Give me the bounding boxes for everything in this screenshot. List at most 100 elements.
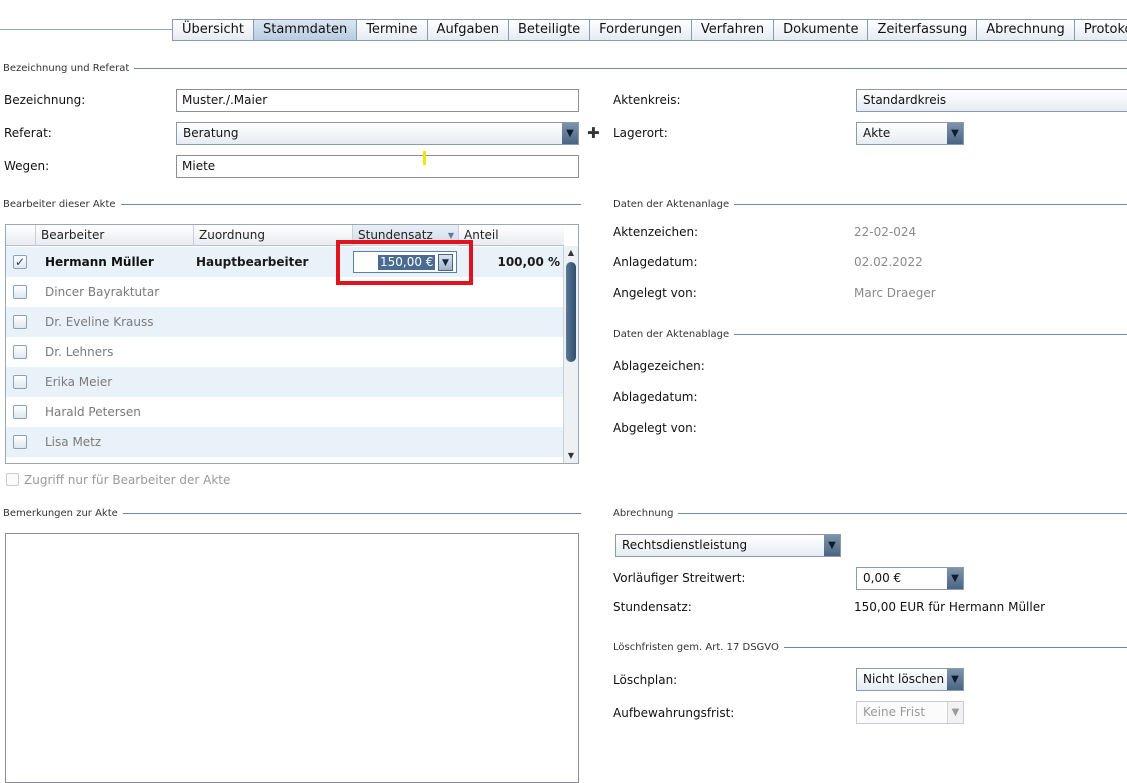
wegen-field[interactable]: Miete xyxy=(176,155,579,178)
aktenkreis-label: Aktenkreis: xyxy=(613,93,681,107)
chevron-down-icon[interactable]: ▼ xyxy=(947,123,963,144)
tab-forderungen[interactable]: Forderungen xyxy=(590,19,692,41)
bezeichnung-label: Bezeichnung: xyxy=(4,93,86,107)
table-row[interactable]: Dr. Eveline Krauss xyxy=(6,307,564,337)
bezeichnung-field[interactable]: Muster./.Maier xyxy=(176,89,579,112)
checkbox-checked[interactable]: ✓ xyxy=(13,255,27,269)
table-row[interactable]: Erika Meier xyxy=(6,367,564,397)
lagerort-label: Lagerort: xyxy=(613,126,668,140)
section-title: Bezeichnung und Referat xyxy=(3,62,130,74)
checkbox[interactable] xyxy=(13,435,27,449)
column-header-anteil[interactable]: Anteil xyxy=(458,225,564,246)
bearbeiter-name: Erika Meier xyxy=(45,375,113,389)
section-title: Löschfristen gem. Art. 17 DSGVO xyxy=(613,641,779,653)
aktenkreis-combo[interactable]: Standardkreis xyxy=(856,89,1127,112)
section-aktenanlage: Daten der Aktenanlage xyxy=(613,198,1127,210)
checkbox[interactable] xyxy=(13,345,27,359)
table-row[interactable]: Dr. Lehners xyxy=(6,337,564,367)
chevron-down-icon[interactable]: ▼ xyxy=(824,535,840,556)
scroll-down-icon[interactable]: ▼ xyxy=(564,449,578,463)
bearbeiter-name: Hermann Müller xyxy=(45,255,154,269)
aktenzeichen-value: 22-02-024 xyxy=(854,225,917,239)
tab-uebersicht[interactable]: Übersicht xyxy=(172,19,254,41)
section-aktenablage: Daten der Aktenablage xyxy=(613,328,1127,340)
bearbeiter-name: Dr. Eveline Krauss xyxy=(45,315,154,329)
section-title: Bemerkungen zur Akte xyxy=(3,507,118,519)
table-row[interactable]: Harald Petersen xyxy=(6,397,564,427)
scrollbar-thumb[interactable] xyxy=(566,262,576,362)
section-bemerkungen: Bemerkungen zur Akte xyxy=(3,507,581,519)
table-scrollbar[interactable]: ▲ ▼ xyxy=(563,246,578,463)
anlagedatum-label: Anlagedatum: xyxy=(613,255,698,269)
bearbeiter-name: Harald Petersen xyxy=(45,405,141,419)
lagerort-combo[interactable]: Akte ▼ xyxy=(856,122,964,145)
bearbeiter-name: Dincer Bayraktutar xyxy=(45,285,160,299)
tab-bar: Übersicht Stammdaten Termine Aufgaben Be… xyxy=(172,19,1127,41)
column-header-bearbeiter[interactable]: Bearbeiter xyxy=(35,225,193,246)
streitwert-combo[interactable]: 0,00 € ▼ xyxy=(856,567,964,590)
access-label: Zugriff nur für Bearbeiter der Akte xyxy=(24,473,231,487)
frist-label: Aufbewahrungsfrist: xyxy=(613,706,735,720)
angelegt-label: Angelegt von: xyxy=(613,286,697,300)
table-row[interactable]: Dincer Bayraktutar xyxy=(6,277,564,307)
tab-aufgaben[interactable]: Aufgaben xyxy=(427,19,509,41)
referat-combo[interactable]: Beratung ▼ xyxy=(176,122,579,145)
tab-verfahren[interactable]: Verfahren xyxy=(691,19,775,41)
plus-icon[interactable]: ✚ xyxy=(587,124,600,142)
wegen-label: Wegen: xyxy=(4,159,50,173)
table-row[interactable]: Lisa Metz xyxy=(6,427,564,457)
angelegt-value: Marc Draeger xyxy=(854,286,936,300)
table-header: Bearbeiter Zuordnung Stundensatz ▼ Antei… xyxy=(6,225,564,246)
tab-zeiterfassung[interactable]: Zeiterfassung xyxy=(868,19,978,41)
streitwert-value: 0,00 € xyxy=(863,571,902,585)
tab-stammdaten[interactable]: Stammdaten xyxy=(253,19,358,41)
anlagedatum-value: 02.02.2022 xyxy=(854,255,923,269)
referat-value: Beratung xyxy=(183,126,239,140)
frist-combo: Keine Frist ▼ xyxy=(856,701,964,724)
zuordnung-cell: Hauptbearbeiter xyxy=(196,255,309,269)
checkbox[interactable] xyxy=(13,285,27,299)
highlight-box xyxy=(336,240,473,285)
table-row[interactable]: ✓ Hermann Müller Hauptbearbeiter 100,00 … xyxy=(6,247,564,277)
text-cursor-marker xyxy=(423,151,426,165)
chevron-down-icon[interactable]: ▼ xyxy=(562,123,578,144)
loeschplan-label: Löschplan: xyxy=(613,673,678,687)
streitwert-label: Vorläufiger Streitwert: xyxy=(613,571,746,585)
abgelegt-label: Abgelegt von: xyxy=(613,421,697,435)
section-abrechnung: Abrechnung xyxy=(613,507,1127,519)
checkbox[interactable] xyxy=(13,405,27,419)
chevron-down-icon: ▼ xyxy=(947,702,963,723)
lagerort-value: Akte xyxy=(863,126,891,140)
tab-beteiligte[interactable]: Beteiligte xyxy=(508,19,591,41)
section-title: Daten der Aktenablage xyxy=(613,328,730,340)
loeschplan-combo[interactable]: Nicht löschen ▼ xyxy=(856,668,964,691)
stundensatz-label: Stundensatz: xyxy=(613,600,692,614)
tab-abrechnung[interactable]: Abrechnung xyxy=(977,19,1075,41)
section-loeschfristen: Löschfristen gem. Art. 17 DSGVO xyxy=(613,641,1127,653)
section-title: Daten der Aktenanlage xyxy=(613,198,730,210)
abrechnung-type-value: Rechtsdienstleistung xyxy=(622,538,748,552)
tab-termine[interactable]: Termine xyxy=(357,19,428,41)
chevron-down-icon[interactable]: ▼ xyxy=(947,669,963,690)
tab-dokumente[interactable]: Dokumente xyxy=(774,19,869,41)
scroll-up-icon[interactable]: ▲ xyxy=(564,246,578,260)
ablagezeichen-label: Ablagezeichen: xyxy=(613,359,705,373)
section-bearbeiter: Bearbeiter dieser Akte xyxy=(3,198,581,210)
chevron-down-icon[interactable]: ▼ xyxy=(947,568,963,589)
tab-bar-line-left xyxy=(0,29,172,30)
loeschplan-value: Nicht löschen xyxy=(863,672,945,686)
section-bezeichnung-referat: Bezeichnung und Referat xyxy=(3,62,1127,74)
tab-protokoll[interactable]: Protokoll xyxy=(1074,19,1127,41)
aktenzeichen-label: Aktenzeichen: xyxy=(613,225,699,239)
column-header-zuordnung[interactable]: Zuordnung xyxy=(193,225,352,246)
access-checkbox[interactable] xyxy=(6,473,19,486)
bearbeiter-name: Lisa Metz xyxy=(45,435,102,449)
aktenkreis-value: Standardkreis xyxy=(863,93,947,107)
checkbox[interactable] xyxy=(13,375,27,389)
referat-label: Referat: xyxy=(4,126,52,140)
bearbeiter-table: Bearbeiter Zuordnung Stundensatz ▼ Antei… xyxy=(5,224,579,464)
checkbox[interactable] xyxy=(13,315,27,329)
bemerkungen-textarea[interactable] xyxy=(5,533,579,783)
abrechnung-type-combo[interactable]: Rechtsdienstleistung ▼ xyxy=(615,534,841,557)
anteil-cell: 100,00 % xyxy=(497,255,560,269)
